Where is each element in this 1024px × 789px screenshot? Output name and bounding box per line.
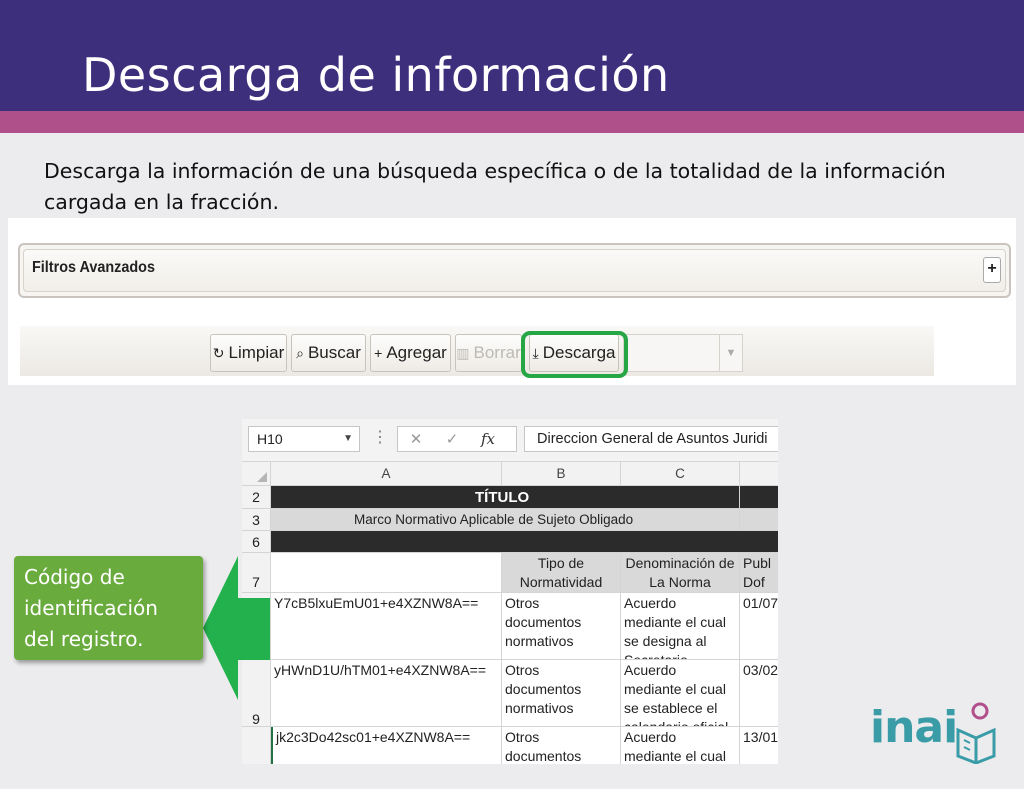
callout-box: Código de identificación del registro. — [14, 556, 203, 660]
callout-arrow — [203, 556, 270, 700]
inai-logo: inai — [870, 700, 1000, 770]
reader-icon — [956, 702, 996, 764]
